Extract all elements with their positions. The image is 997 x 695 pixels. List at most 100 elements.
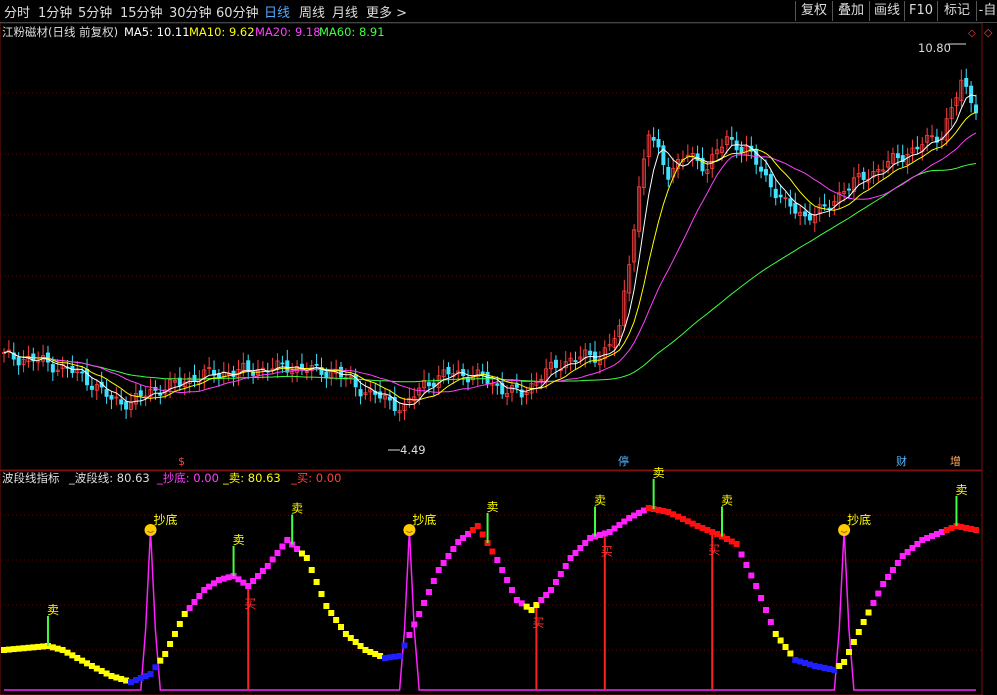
candle-body: [426, 382, 431, 387]
period-tab-weekly[interactable]: 周线: [299, 2, 325, 21]
band-line-point: [279, 543, 286, 550]
period-tab-5min[interactable]: 5分钟: [78, 2, 112, 21]
sell-signal-legend: _卖: 80.63: [222, 471, 281, 485]
candle-body: [964, 77, 969, 87]
period-more-button[interactable]: 更多 >: [366, 2, 407, 21]
candle-body: [822, 204, 827, 207]
period-tab-30min[interactable]: 30分钟: [169, 2, 212, 21]
period-tab-60min[interactable]: 60分钟: [216, 2, 259, 21]
band-line-point: [474, 523, 481, 529]
candle-body: [387, 396, 392, 401]
candle-body: [729, 136, 734, 140]
band-line-point: [333, 617, 340, 623]
candle-body: [246, 360, 251, 370]
candle-body: [803, 211, 808, 217]
band-line-point: [875, 590, 882, 597]
band-line-point: [416, 611, 423, 617]
band-line-point: [308, 567, 315, 573]
period-tab-fenshi[interactable]: 分时: [4, 2, 30, 21]
band-line-point: [269, 556, 276, 563]
band-line-point: [401, 642, 408, 649]
candle-body: [656, 139, 661, 148]
ma5-legend: MA5: 10.11: [124, 25, 190, 39]
self-select-button[interactable]: -自: [976, 1, 997, 21]
band-line-point: [562, 563, 569, 569]
bottom-signal-label: 抄底: [412, 512, 436, 527]
event-flag-suspension[interactable]: 停: [618, 454, 629, 468]
band-line-point: [557, 571, 564, 577]
band-line-point: [435, 567, 442, 573]
candle-body: [759, 166, 764, 172]
band-line-point: [445, 553, 452, 559]
sell-signal-label: 卖: [653, 466, 665, 480]
candle-body: [85, 368, 90, 386]
candle-body: [553, 359, 558, 368]
candle-body: [446, 366, 451, 375]
candle-body: [104, 389, 109, 397]
band-line-point: [450, 546, 457, 552]
band-line-point: [738, 551, 745, 558]
candle-body: [119, 399, 124, 405]
candle-body: [285, 360, 290, 373]
f10-button[interactable]: F10: [904, 1, 937, 21]
buy-signal-legend: _买: 0.00: [290, 471, 341, 485]
band-line-point: [748, 572, 755, 579]
diamond-marker-icon: ◇: [968, 28, 976, 39]
sell-signal-label: 卖: [594, 494, 606, 508]
restore-rights-button[interactable]: 复权: [795, 1, 832, 21]
candle-body: [573, 360, 578, 363]
band-line-point: [855, 629, 862, 635]
mark-button[interactable]: 标记: [937, 1, 976, 21]
band-line-point: [889, 567, 896, 573]
band-line-point: [841, 659, 848, 665]
candle-body: [50, 364, 55, 373]
period-tab-15min[interactable]: 15分钟: [120, 2, 163, 21]
band-line-point: [328, 610, 335, 616]
band-line-point: [758, 595, 765, 601]
event-flag-financial[interactable]: 财: [896, 454, 907, 468]
band-line-point: [733, 541, 740, 547]
band-line-point: [880, 581, 887, 587]
candle-body: [514, 384, 519, 388]
stock-chart[interactable]: 江粉磁材(日线 前复权) MA5: 10.11 MA10: 9.62 MA20:…: [0, 23, 997, 695]
band-line-point: [894, 560, 901, 566]
sell-signal-label: 卖: [291, 502, 303, 516]
high-price-label: 10.80: [918, 41, 951, 55]
band-line-point: [176, 621, 183, 627]
period-tab-1min[interactable]: 1分钟: [38, 2, 72, 21]
band-line-point: [777, 637, 784, 644]
candle-body: [495, 383, 500, 386]
candle-body: [314, 363, 319, 366]
period-tab-daily[interactable]: 日线: [264, 2, 290, 21]
band-line-point: [504, 577, 511, 583]
sell-signal-label: 卖: [955, 483, 967, 497]
candle-body: [339, 366, 344, 378]
candle-body: [358, 389, 363, 397]
band-line-point: [157, 657, 164, 664]
band-line-legend: _波段线: 80.63: [68, 471, 150, 485]
band-line-point: [860, 619, 867, 625]
band-line-point: [499, 567, 506, 573]
event-flag-increase[interactable]: 增: [950, 454, 961, 468]
sell-signal-label: 卖: [721, 494, 733, 508]
band-line-point: [850, 639, 857, 645]
sell-signal-label: 卖: [233, 533, 245, 547]
band-line-point: [264, 563, 271, 569]
draw-line-button[interactable]: 画线: [869, 1, 904, 21]
band-line-point: [479, 531, 486, 538]
overlay-button[interactable]: 叠加: [832, 1, 869, 21]
ma20-legend: MA20: 9.18: [255, 25, 321, 39]
band-line-point: [494, 557, 501, 563]
event-flag-dividend[interactable]: $: [178, 455, 185, 468]
candle-body: [827, 207, 832, 210]
candle-body: [915, 146, 920, 150]
band-line-point: [430, 578, 437, 584]
candle-body: [16, 357, 21, 366]
band-line-point: [167, 641, 174, 647]
period-tab-monthly[interactable]: 月线: [332, 2, 358, 21]
band-line-point: [406, 632, 413, 638]
band-line-point: [181, 611, 188, 617]
band-line-point: [870, 600, 877, 606]
candle-body: [763, 169, 768, 176]
band-line-point: [396, 653, 403, 659]
